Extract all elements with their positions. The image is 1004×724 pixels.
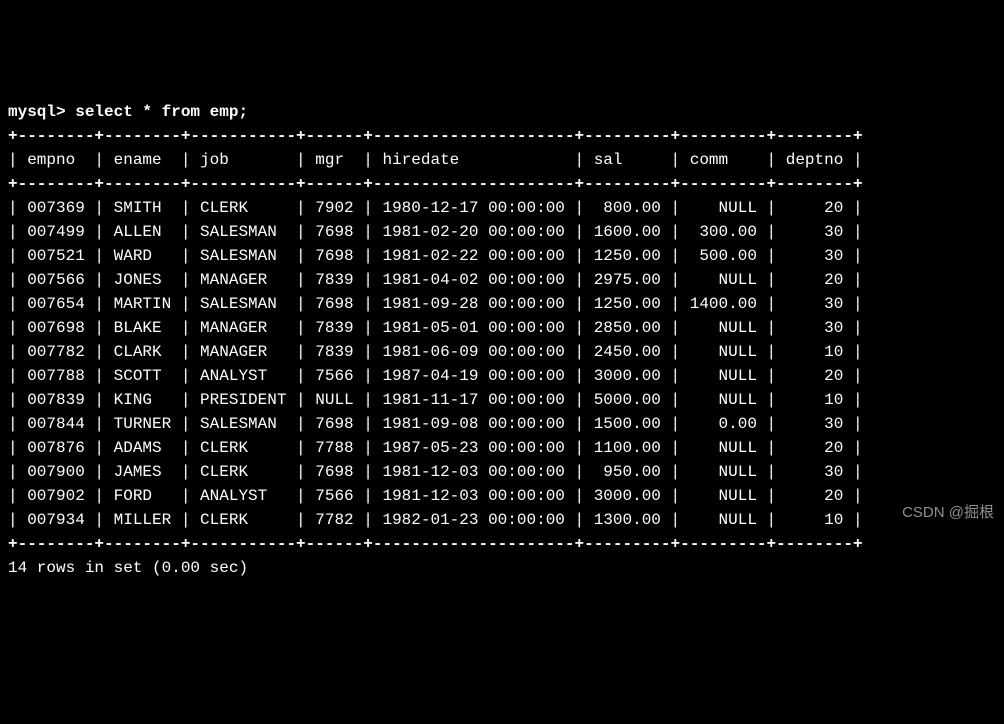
table-row: | 007876 | ADAMS | CLERK | 7788 | 1987-0…: [8, 439, 863, 457]
table-border-top: +--------+--------+-----------+------+--…: [8, 127, 863, 145]
table-row: | 007369 | SMITH | CLERK | 7902 | 1980-1…: [8, 199, 863, 217]
table-row: | 007566 | JONES | MANAGER | 7839 | 1981…: [8, 271, 863, 289]
table-row: | 007900 | JAMES | CLERK | 7698 | 1981-1…: [8, 463, 863, 481]
table-row: | 007654 | MARTIN | SALESMAN | 7698 | 19…: [8, 295, 863, 313]
table-header-row: | empno | ename | job | mgr | hiredate |…: [8, 151, 863, 169]
table-row: | 007934 | MILLER | CLERK | 7782 | 1982-…: [8, 511, 863, 529]
table-row: | 007782 | CLARK | MANAGER | 7839 | 1981…: [8, 343, 863, 361]
table-row: | 007698 | BLAKE | MANAGER | 7839 | 1981…: [8, 319, 863, 337]
table-row: | 007499 | ALLEN | SALESMAN | 7698 | 198…: [8, 223, 863, 241]
result-summary: 14 rows in set (0.00 sec): [8, 559, 248, 577]
table-row: | 007788 | SCOTT | ANALYST | 7566 | 1987…: [8, 367, 863, 385]
watermark: CSDN @掘根: [902, 502, 994, 525]
table-border-header: +--------+--------+-----------+------+--…: [8, 175, 863, 193]
table-body: | 007369 | SMITH | CLERK | 7902 | 1980-1…: [8, 196, 996, 532]
table-row: | 007839 | KING | PRESIDENT | NULL | 198…: [8, 391, 863, 409]
table-row: | 007521 | WARD | SALESMAN | 7698 | 1981…: [8, 247, 863, 265]
table-row: | 007844 | TURNER | SALESMAN | 7698 | 19…: [8, 415, 863, 433]
table-row: | 007902 | FORD | ANALYST | 7566 | 1981-…: [8, 487, 863, 505]
mysql-prompt[interactable]: mysql> select * from emp;: [8, 103, 248, 121]
table-border-bottom: +--------+--------+-----------+------+--…: [8, 535, 863, 553]
